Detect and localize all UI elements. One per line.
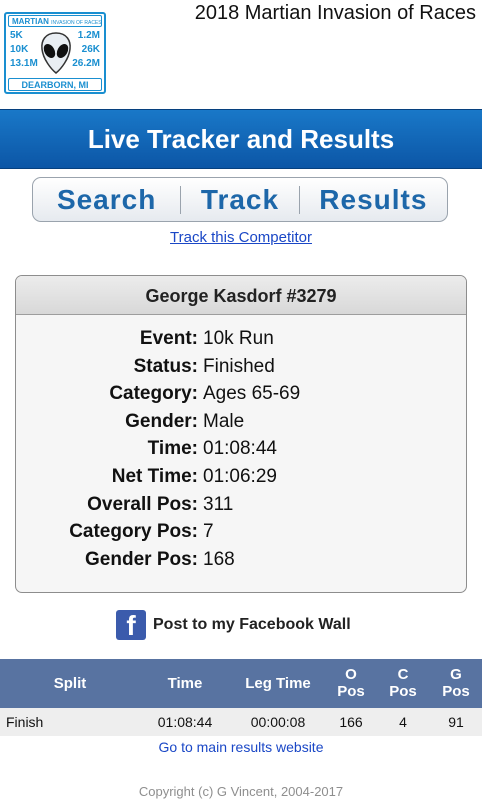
detail-row-time: Time: 01:08:44 (16, 438, 466, 466)
detail-row-gender: Gender: Male (16, 411, 466, 439)
column-header-g-pos: G Pos (442, 666, 470, 700)
logo-distance: 1.2M (77, 30, 100, 41)
detail-value: 01:06:29 (203, 465, 277, 487)
column-header-leg-time: Leg Time (245, 675, 311, 692)
detail-row-gender-pos: Gender Pos: 168 (16, 549, 466, 577)
detail-label: Gender: (125, 410, 198, 432)
table-row: Finish 01:08:44 00:00:08 166 4 91 (0, 708, 482, 736)
facebook-post-button[interactable]: f Post to my Facebook Wall (116, 610, 351, 640)
page-header: MARTIAN INVASION OF RACES 5K 10K 13.1M 1… (0, 0, 482, 102)
logo-bottom-label: DEARBORN, MI (8, 78, 102, 91)
detail-value: Ages 65-69 (203, 383, 301, 405)
detail-row-category: Category: Ages 65-69 (16, 383, 466, 411)
nav-tabs: Search Track Results (32, 177, 448, 222)
competitor-details: Event: 10k Run Status: Finished Category: A… (16, 328, 466, 576)
detail-row-net-time: Net Time: 01:06:29 (16, 466, 466, 494)
race-title: 2018 Martian Invasion of Races (194, 2, 476, 24)
logo-distance: 13.1M (10, 58, 38, 69)
detail-value: 168 (203, 548, 235, 570)
tab-search[interactable]: Search (33, 184, 180, 216)
logo-distance: 26.2M (72, 58, 100, 69)
track-competitor-link[interactable]: Track this Competitor (0, 229, 482, 246)
tracker-banner: Live Tracker and Results (0, 109, 482, 169)
column-header-o-pos: O Pos (337, 666, 365, 700)
alien-head-icon (41, 32, 71, 74)
detail-row-overall-pos: Overall Pos: 311 (16, 494, 466, 522)
detail-value: 01:08:44 (203, 438, 277, 460)
copyright-text: Copyright (c) G Vincent, 2004-2017 (138, 784, 344, 799)
split-g-pos: 91 (448, 714, 464, 730)
detail-value: 311 (203, 493, 234, 515)
column-header-time: Time (167, 675, 203, 692)
competitor-card: George Kasdorf #3279 Event: 10k Run Statu… (15, 275, 467, 593)
split-o-pos: 166 (339, 714, 363, 730)
logo-distance: 10K (10, 44, 29, 55)
detail-value: 10k Run (203, 328, 274, 349)
split-table-header: Split Time Leg Time O Pos C Pos G Pos (0, 659, 482, 708)
split-c-pos: 4 (399, 714, 407, 730)
facebook-post-label: Post to my Facebook Wall (153, 616, 351, 633)
split-leg-time: 00:00:08 (250, 714, 306, 730)
race-logo[interactable]: MARTIAN INVASION OF RACES 5K 10K 13.1M 1… (4, 12, 106, 94)
detail-label: Gender Pos: (85, 548, 198, 570)
detail-value: Male (203, 410, 245, 432)
column-header-split: Split (53, 675, 87, 692)
main-results-link[interactable]: Go to main results website (0, 739, 482, 755)
detail-label: Overall Pos: (87, 493, 198, 515)
logo-top-label: MARTIAN INVASION OF RACES (8, 15, 102, 27)
logo-distance: 5K (10, 30, 23, 41)
facebook-icon: f (116, 610, 146, 640)
tab-track[interactable]: Track (181, 184, 298, 216)
competitor-name: George Kasdorf #3279 (16, 276, 466, 315)
tab-results[interactable]: Results (300, 184, 447, 216)
detail-label: Category Pos: (69, 521, 198, 543)
logo-distance: 26K (81, 44, 100, 55)
detail-label: Event: (139, 328, 198, 349)
detail-value: Finished (203, 355, 275, 377)
detail-label: Category: (109, 383, 198, 405)
detail-label: Time: (147, 438, 198, 460)
detail-value: 7 (203, 521, 214, 543)
column-header-c-pos: C Pos (389, 666, 417, 700)
detail-row-category-pos: Category Pos: 7 (16, 521, 466, 549)
detail-row-event: Event: 10k Run (16, 328, 466, 356)
detail-row-status: Status: Finished (16, 356, 466, 384)
detail-label: Status: (133, 355, 198, 377)
split-time: 01:08:44 (157, 714, 213, 730)
banner-title: Live Tracker and Results (87, 124, 395, 154)
detail-label: Net Time: (111, 465, 198, 487)
split-name: Finish (6, 714, 44, 730)
